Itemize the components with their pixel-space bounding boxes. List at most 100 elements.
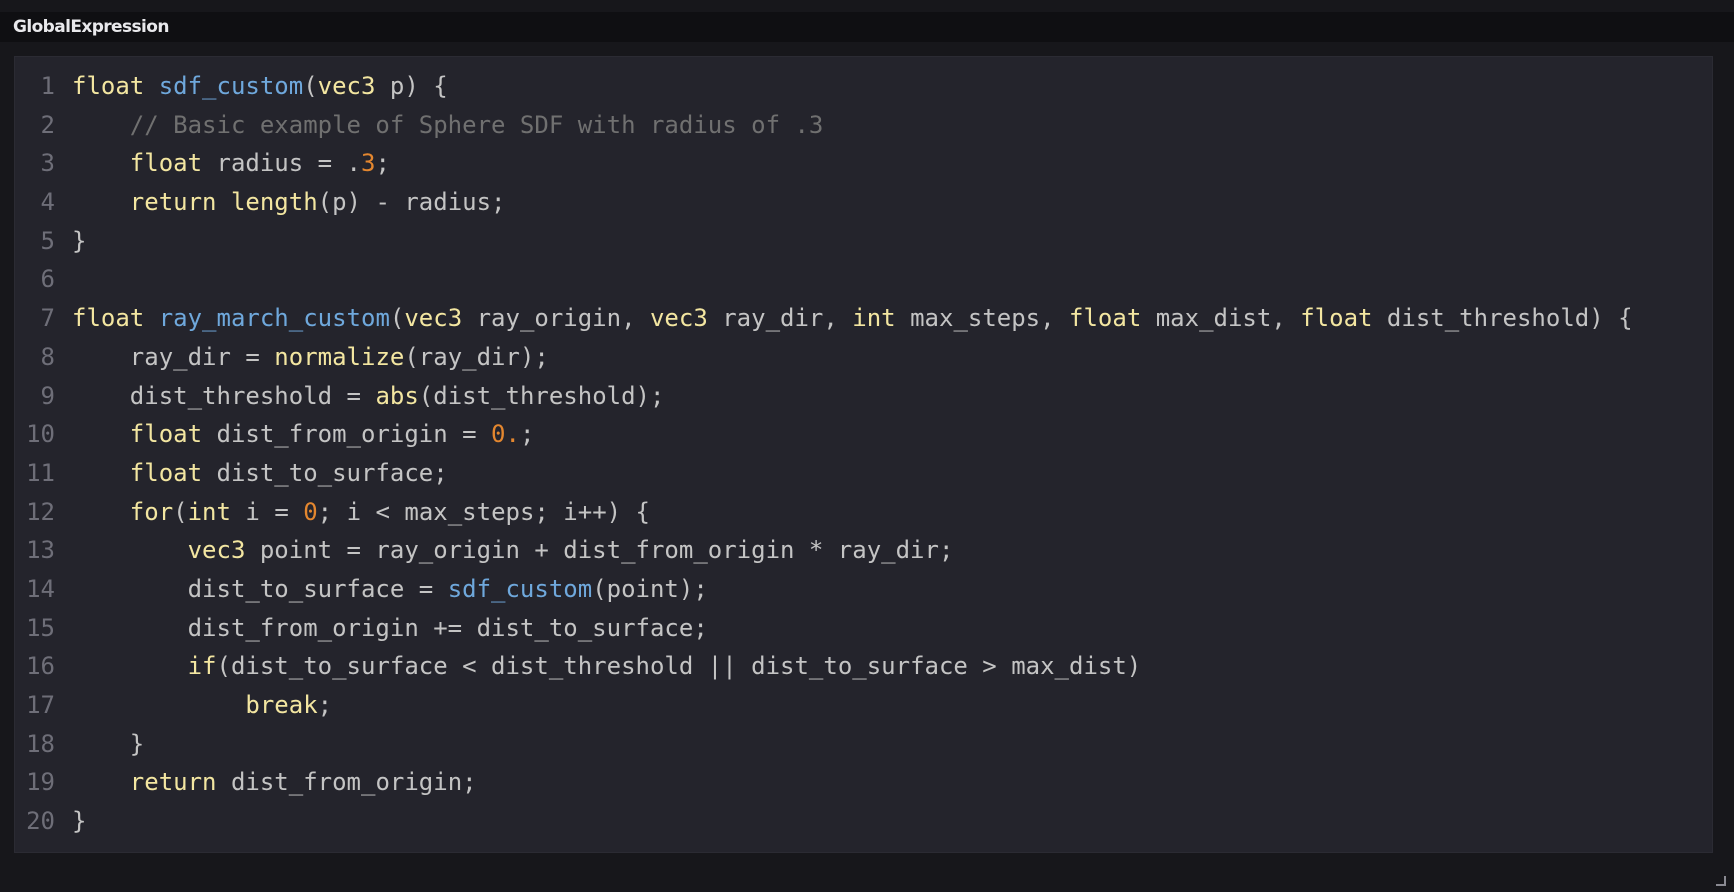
code-token: ray_origin, [462, 304, 650, 333]
code-line[interactable]: 8 ray_dir = normalize(ray_dir); [15, 338, 1712, 377]
code-line[interactable]: 10 float dist_from_origin = 0.; [15, 415, 1712, 454]
code-token: length [230, 188, 318, 217]
code-line[interactable]: 5} [15, 222, 1712, 261]
code-line[interactable]: 12 for(int i = 0; i < max_steps; i++) { [15, 493, 1712, 532]
node-title: GlobalExpression [13, 17, 169, 37]
line-number: 17 [26, 691, 55, 719]
line-number: 4 [40, 188, 55, 217]
code-line[interactable]: 16 if(dist_to_surface < dist_threshold |… [15, 647, 1712, 686]
code-token: dist_from_origin += dist_to_surface; [72, 613, 708, 642]
code-token: vec3 [317, 72, 376, 100]
code-token: max_steps, [895, 304, 1070, 333]
code-token: float [72, 72, 145, 100]
code-token: } [72, 226, 87, 255]
code-token: return [129, 768, 217, 797]
code-token: } [72, 807, 87, 836]
code-token: dist_from_origin; [216, 768, 477, 797]
code-token: sdf_custom [158, 72, 304, 100]
line-number: 12 [26, 497, 55, 526]
code-token: if [187, 652, 217, 681]
code-token: ray_march_custom [158, 304, 390, 333]
code-token: point = ray_origin + dist_from_origin * … [245, 536, 954, 565]
code-token: abs [375, 381, 419, 410]
code-token: (point); [592, 574, 708, 603]
resize-grip-icon[interactable] [1716, 876, 1726, 886]
code-line[interactable]: 7 float ray_march_custom(vec3 ray_origin,… [15, 299, 1712, 338]
code-line[interactable]: 9 dist_threshold = abs(dist_threshold); [15, 377, 1712, 416]
code-line[interactable]: 3 float radius = .3; [15, 144, 1712, 183]
line-number: 10 [26, 420, 55, 449]
code-line[interactable]: 4 return length(p) - radius; [15, 183, 1712, 222]
code-token: dist_from_origin = [202, 420, 492, 449]
code-token: 3 [361, 149, 376, 178]
code-token: (p) - radius; [317, 188, 506, 217]
code-line[interactable]: 6 [15, 260, 1712, 299]
code-token: radius = . [202, 149, 361, 178]
code-token: ray_dir, [707, 304, 853, 333]
line-number: 5 [40, 226, 55, 255]
line-number: 8 [40, 342, 55, 371]
code-token: (ray_dir); [404, 342, 549, 371]
code-editor[interactable]: 1 float sdf_custom(vec3 p) {2 // Basic ex… [14, 56, 1713, 853]
code-token: float [129, 458, 203, 487]
code-line[interactable]: 11 float dist_to_surface; [15, 454, 1712, 493]
code-line[interactable]: 18 } [15, 725, 1712, 764]
code-token: ( [389, 304, 405, 333]
code-token: normalize [274, 342, 405, 371]
line-number: 7 [40, 304, 55, 333]
code-token: ( [303, 72, 318, 100]
line-number: 18 [26, 729, 55, 758]
code-token: dist_to_surface = [72, 574, 448, 603]
line-number: 3 [40, 149, 55, 178]
code-line[interactable]: 15 dist_from_origin += dist_to_surface; [15, 609, 1712, 648]
code-token: float [129, 149, 203, 178]
line-number: 9 [40, 381, 55, 410]
code-line[interactable]: 17 break; [15, 686, 1712, 725]
code-token: ( [173, 497, 188, 526]
line-number: 11 [26, 458, 55, 487]
code-line[interactable]: 14 dist_to_surface = sdf_custom(point); [15, 570, 1712, 609]
code-lines[interactable]: 1 float sdf_custom(vec3 p) {2 // Basic ex… [15, 67, 1712, 841]
code-line[interactable]: 2 // Basic example of Sphere SDF with ra… [15, 106, 1712, 145]
code-token: dist_threshold = [72, 381, 376, 410]
line-number: 13 [26, 536, 55, 565]
code-token: 0 [303, 497, 318, 526]
code-token: int [852, 304, 896, 333]
code-line[interactable]: 20} [15, 802, 1712, 841]
code-line[interactable]: 19 return dist_from_origin; [15, 763, 1712, 802]
window-top-strip [0, 0, 1734, 12]
code-line[interactable]: 13 vec3 point = ray_origin + dist_from_o… [15, 531, 1712, 570]
code-token: return [129, 188, 217, 217]
line-number: 1 [40, 72, 55, 100]
code-token: dist_threshold) { [1372, 304, 1633, 333]
code-token: } [72, 729, 145, 758]
line-number: 14 [26, 574, 55, 603]
code-token: ray_dir = [72, 342, 275, 371]
code-token: vec3 [187, 536, 246, 565]
code-token: vec3 [404, 304, 463, 333]
code-token: float [1069, 304, 1142, 333]
code-token: ; [375, 149, 390, 178]
line-number: 20 [26, 807, 55, 836]
line-number: 6 [40, 265, 55, 294]
line-number: 19 [26, 768, 55, 797]
code-token: break [245, 691, 318, 719]
code-token: int [187, 497, 231, 526]
code-token: dist_to_surface; [202, 458, 448, 487]
code-line[interactable]: 1 float sdf_custom(vec3 p) { [15, 67, 1712, 106]
code-token: ; [519, 420, 535, 449]
line-number: 15 [26, 613, 55, 642]
node-header[interactable]: GlobalExpression [0, 12, 1734, 42]
line-number: 16 [26, 652, 55, 681]
